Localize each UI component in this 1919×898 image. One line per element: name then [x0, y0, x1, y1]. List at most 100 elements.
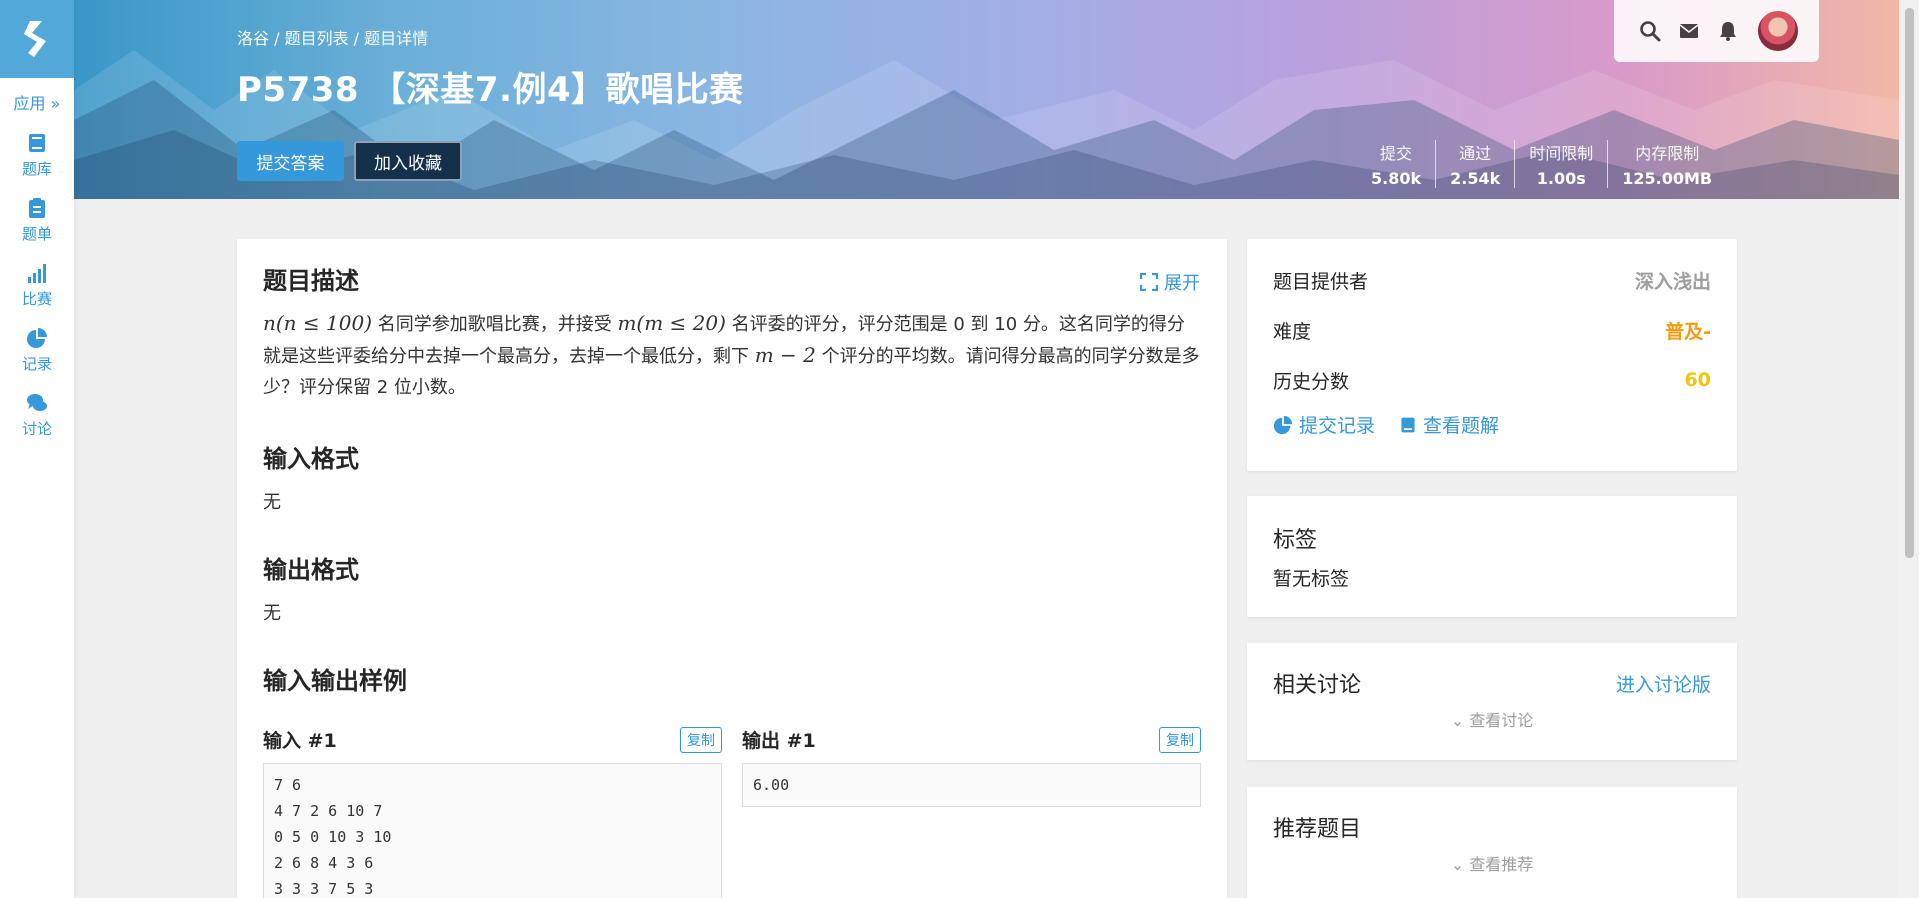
history-score-row: 历史分数 60 [1273, 355, 1711, 405]
expand-icon [1140, 273, 1158, 291]
chevron-down-icon: ⌄ [1450, 711, 1470, 730]
sidebar-item-discuss[interactable]: 讨论 [0, 392, 74, 439]
luogu-logo[interactable] [0, 0, 74, 78]
sidebar-item-contests[interactable]: 比赛 [0, 262, 74, 309]
breadcrumb-separator: / [348, 29, 365, 48]
sample-output-label: 输出 #1 [742, 730, 816, 752]
stat-label: 提交 [1380, 144, 1413, 163]
sidebar-item-label: 题单 [21, 225, 52, 243]
user-toolbar [1614, 0, 1819, 62]
tags-title: 标签 [1273, 528, 1318, 553]
difficulty-value: 普及- [1665, 320, 1711, 343]
sidebar-item-label: 比赛 [21, 290, 52, 308]
stat-label: 时间限制 [1529, 144, 1594, 163]
copy-output-button[interactable]: 复制 [1159, 726, 1201, 753]
copy-input-button[interactable]: 复制 [680, 726, 722, 753]
description-text: n(n ≤ 100) 名同学参加歌唱比赛，并接受 m(m ≤ 20) 名评委的评… [263, 308, 1201, 403]
sample-input-code[interactable]: 7 6 4 7 2 6 10 7 0 5 0 10 3 10 2 6 8 4 3… [263, 763, 722, 898]
discussion-card: 相关讨论 进入讨论版 ⌄ 查看讨论 [1247, 643, 1737, 760]
stat-value: 125.00MB [1622, 169, 1713, 188]
view-discussions-label: 查看讨论 [1469, 711, 1534, 730]
recommend-title: 推荐题目 [1273, 817, 1362, 842]
mail-icon[interactable] [1678, 20, 1700, 42]
stat-submissions: 提交 5.80k [1357, 140, 1435, 188]
book-icon [1401, 417, 1415, 432]
breadcrumb-problem-detail[interactable]: 题目详情 [364, 29, 428, 48]
stat-value: 5.80k [1371, 169, 1422, 188]
sample-input: 输入 #1 复制 7 6 4 7 2 6 10 7 0 5 0 10 3 10 … [263, 726, 722, 898]
expand-label: 展开 [1164, 273, 1200, 294]
sample-input-label: 输入 #1 [263, 730, 337, 752]
user-avatar[interactable] [1756, 9, 1801, 53]
description-title: 题目描述 [263, 267, 359, 295]
tags-card: 标签 暂无标签 [1247, 496, 1737, 617]
view-solutions-link[interactable]: 查看题解 [1399, 411, 1499, 438]
sidebar-item-label: 题库 [21, 160, 52, 178]
expand-button[interactable]: 展开 [1140, 269, 1200, 295]
search-icon[interactable] [1639, 20, 1661, 42]
pie-chart-icon [1273, 415, 1293, 434]
book-icon [29, 134, 45, 152]
scrollbar-thumb[interactable] [1905, 8, 1914, 558]
logo-icon [24, 21, 46, 57]
samples: 输入 #1 复制 7 6 4 7 2 6 10 7 0 5 0 10 3 10 … [263, 726, 1201, 898]
clipboard-icon [29, 198, 45, 218]
submission-records-label: 提交记录 [1299, 415, 1376, 437]
view-recommendations-toggle[interactable]: ⌄ 查看推荐 [1273, 851, 1711, 875]
history-score-value: 60 [1684, 369, 1711, 391]
page-title: P5738 【深基7.例4】歌唱比赛 [237, 70, 744, 110]
stat-time-limit: 时间限制 1.00s [1514, 140, 1607, 188]
sidebar-item-records[interactable]: 记录 [0, 327, 74, 374]
apps-menu[interactable]: 应用 » [0, 90, 74, 114]
provider-value[interactable]: 深入浅出 [1635, 267, 1711, 294]
breadcrumb-problem-list[interactable]: 题目列表 [285, 29, 349, 48]
difficulty-label: 难度 [1273, 320, 1312, 343]
comments-icon [27, 394, 47, 411]
history-score-label: 历史分数 [1273, 370, 1350, 393]
output-format-title: 输出格式 [263, 556, 359, 584]
breadcrumb: 洛谷 / 题目列表 / 题目详情 [237, 25, 428, 49]
problem-stats: 提交 5.80k 通过 2.54k 时间限制 1.00s 内存限制 125.00… [1357, 140, 1787, 188]
sidebar-item-label: 讨论 [21, 420, 52, 438]
stat-label: 通过 [1459, 144, 1492, 163]
view-discussions-toggle[interactable]: ⌄ 查看讨论 [1273, 707, 1711, 731]
stat-value: 1.00s [1536, 169, 1586, 188]
breadcrumb-separator: / [269, 29, 285, 48]
samples-section: 输入输出样例 输入 #1 复制 7 6 4 7 2 6 10 7 0 5 0 1… [263, 661, 1201, 898]
math-m: m(m ≤ 20) [617, 311, 726, 335]
math-n: n(n ≤ 100) [263, 311, 373, 335]
submit-answer-button[interactable]: 提交答案 [237, 141, 344, 181]
tags-empty-text: 暂无标签 [1273, 568, 1350, 590]
sidebar-item-label: 记录 [21, 355, 52, 373]
view-solutions-label: 查看题解 [1423, 415, 1500, 437]
view-recommendations-label: 查看推荐 [1469, 855, 1534, 874]
difficulty-row: 难度 普及- [1273, 305, 1711, 355]
submission-records-link[interactable]: 提交记录 [1273, 411, 1375, 438]
input-format-body: 无 [263, 492, 281, 513]
sidebar-item-problems[interactable]: 题库 [0, 132, 74, 179]
info-links: 提交记录 查看题解 [1273, 411, 1711, 438]
problem-content: 题目描述 展开 n(n ≤ 100) 名同学参加歌唱比赛，并接受 m(m ≤ 2… [237, 239, 1227, 898]
output-format-section: 输出格式 无 [263, 550, 1201, 625]
sample-output: 输出 #1 复制 6.00 [742, 726, 1201, 898]
problem-header: 洛谷 / 题目列表 / 题目详情 P5738 【深基7.例4】歌唱比赛 提交答案… [74, 0, 1899, 199]
enter-forum-link[interactable]: 进入讨论版 [1616, 670, 1711, 697]
stat-accepted: 通过 2.54k [1435, 140, 1514, 188]
provider-row: 题目提供者 深入浅出 [1273, 255, 1711, 305]
discussion-title: 相关讨论 [1273, 673, 1362, 698]
sample-output-code[interactable]: 6.00 [742, 763, 1201, 807]
input-format-section: 输入格式 无 [263, 439, 1201, 514]
breadcrumb-home[interactable]: 洛谷 [237, 29, 269, 48]
provider-label: 题目提供者 [1273, 270, 1369, 293]
recommend-card: 推荐题目 ⌄ 查看推荐 [1247, 787, 1737, 898]
sidebar-item-lists[interactable]: 题单 [0, 197, 74, 244]
bell-icon[interactable] [1717, 20, 1739, 42]
add-favorite-button[interactable]: 加入收藏 [354, 141, 462, 181]
desc-segment: 名同学参加歌唱比赛，并接受 [372, 314, 618, 335]
stat-value: 2.54k [1450, 169, 1501, 188]
samples-title: 输入输出样例 [263, 667, 407, 695]
problem-info-card: 题目提供者 深入浅出 难度 普及- 历史分数 60 提交记录 查看题解 [1247, 239, 1737, 471]
stat-memory-limit: 内存限制 125.00MB [1607, 140, 1726, 188]
math-m-minus-2: m − 2 [754, 343, 816, 367]
stat-label: 内存限制 [1635, 144, 1700, 163]
